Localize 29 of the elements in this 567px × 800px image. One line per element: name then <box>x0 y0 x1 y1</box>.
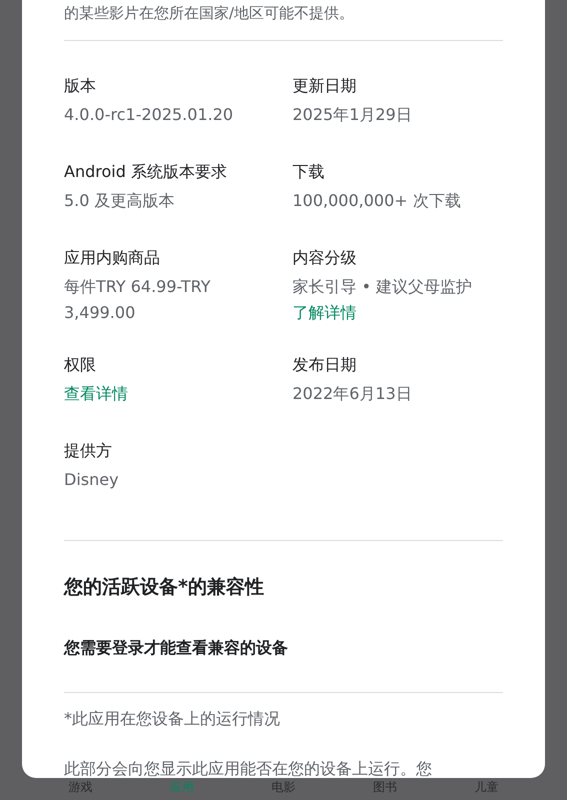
detail-value: 2022年6月13日 <box>292 383 413 405</box>
detail-label: 版本 <box>64 75 97 97</box>
detail-value: 每件TRY 64.99-TRY 3,499.00 <box>64 276 212 324</box>
nav-tab[interactable]: 儿童 <box>474 778 498 796</box>
detail-value: 家长引导 • 建议父母监护 了解详情 <box>292 276 474 324</box>
nav-tab[interactable]: 游戏 <box>68 778 93 796</box>
detail-label: 内容分级 <box>292 247 358 269</box>
nav-tab[interactable]: 图书 <box>372 778 397 796</box>
footnote-text: *此应用在您设备上的运行情况 <box>64 708 281 730</box>
details-link[interactable]: 了解详情 <box>292 303 356 322</box>
detail-value: 4.0.0-rc1-2025.01.20 <box>64 104 234 126</box>
detail-label: 权限 <box>64 354 97 376</box>
details-link[interactable]: 查看详情 <box>64 381 128 407</box>
login-message: 您需要登录才能查看兼容的设备 <box>64 636 289 658</box>
intro-text: 的某些影片在您所在国家/地区可能不提供。 <box>64 3 356 24</box>
nav-tab[interactable]: 电影 <box>271 778 296 796</box>
section-title: 您的活跃设备*的兼容性 <box>64 575 265 600</box>
detail-label: 下载 <box>292 161 326 183</box>
description-text: 此部分会向您显示此应用能否在您的设备上运行。您 <box>64 758 433 780</box>
detail-value: Disney <box>64 469 120 491</box>
detail-label: 提供方 <box>64 440 113 462</box>
detail-label: 发布日期 <box>292 354 358 376</box>
detail-value: 2025年1月29日 <box>292 104 413 126</box>
detail-label: 更新日期 <box>292 75 358 97</box>
nav-tab[interactable]: 应用 <box>170 778 194 796</box>
detail-value: 100,000,000+ 次下载 <box>292 190 462 212</box>
detail-label: 应用内购商品 <box>64 247 161 269</box>
detail-value: 5.0 及更高版本 <box>64 190 176 212</box>
detail-label: Android 系统版本要求 <box>64 161 228 183</box>
